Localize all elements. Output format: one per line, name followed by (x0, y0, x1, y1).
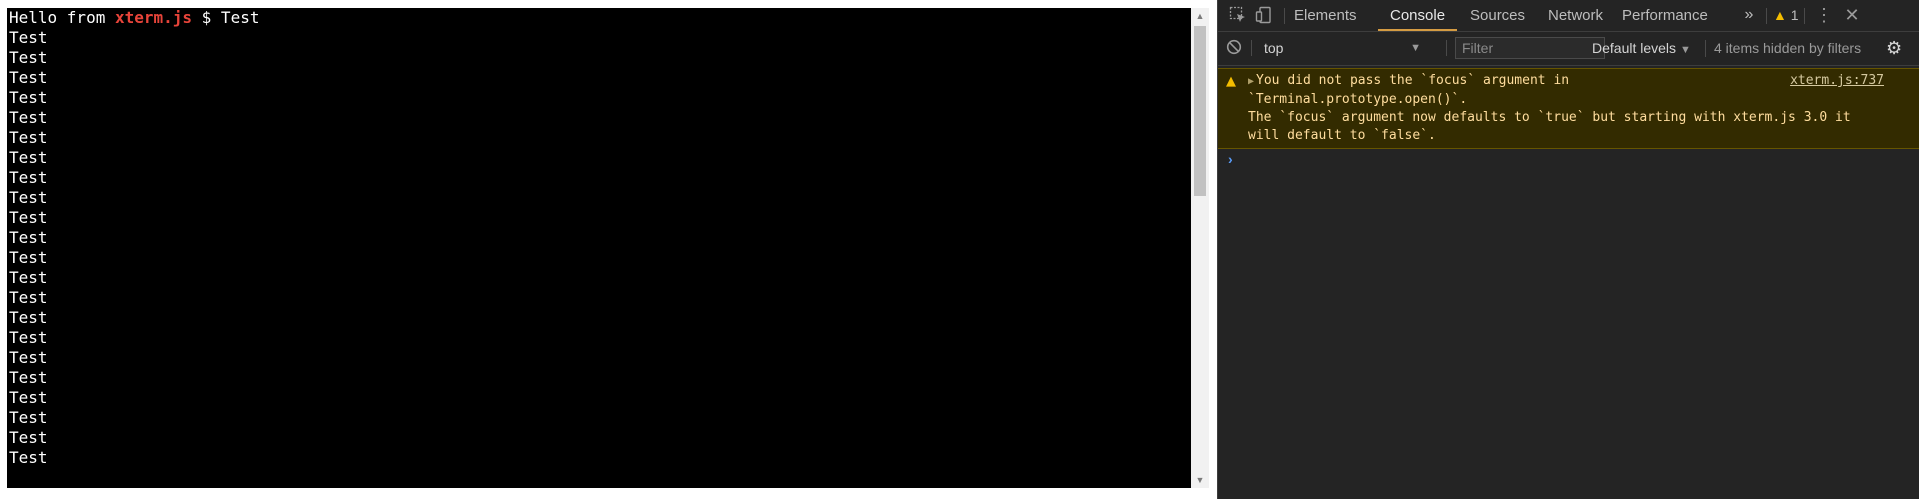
terminal-output-line: Test (9, 28, 48, 47)
toolbar-divider (1804, 8, 1805, 24)
filterbar-divider (1251, 40, 1252, 56)
console-warning-message[interactable]: ▲ xterm.js:737 ▶ You did not pass the `focu… (1218, 68, 1919, 149)
terminal-output-line: Test (9, 48, 48, 67)
terminal-output-line: Test (9, 348, 48, 367)
terminal-output: Test Test Test Test Test Test Test Test Test Test… (7, 28, 1191, 468)
terminal-output-line: Test (9, 428, 48, 447)
terminal-output-line: Test (9, 448, 48, 467)
warning-icon: ▲ (1773, 7, 1787, 23)
tab-elements[interactable]: Elements (1282, 0, 1369, 31)
terminal-output-line: Test (9, 168, 48, 187)
context-selector[interactable]: top ▼ (1258, 37, 1429, 59)
console-filterbar: top▼ Default levels▼ 4 items hidden by f… (1218, 32, 1919, 66)
context-value: top (1264, 40, 1284, 56)
console-messages: ▲ xterm.js:737 ▶ You did not pass the `focu… (1218, 68, 1919, 149)
tab-console[interactable]: Console (1378, 0, 1458, 31)
terminal-output-line: Test (9, 328, 48, 347)
toolbar-divider (1766, 8, 1767, 24)
terminal-output-line: Test (9, 128, 48, 147)
filterbar-divider (1446, 40, 1447, 56)
terminal-output-line: Test (9, 148, 48, 167)
device-toolbar-icon[interactable] (1252, 4, 1276, 26)
terminal-output-line: Test (9, 228, 48, 247)
terminal-output-line: Test (9, 388, 48, 407)
terminal-pane: Hello from xterm.js $ Test Test Test Test T… (0, 0, 1217, 499)
terminal-output-line: Test (9, 408, 48, 427)
filter-input[interactable] (1455, 37, 1605, 59)
message-line: `Terminal.prototype.open()`. (1248, 92, 1468, 107)
devtools-toolbar: Elements Console Sources Network Performance… (1218, 0, 1919, 32)
expand-triangle-icon[interactable]: ▶ (1248, 76, 1254, 87)
console-prompt[interactable]: › (1218, 149, 1919, 171)
prompt-brand: xterm.js (114, 8, 193, 27)
terminal-output-line: Test (9, 248, 48, 267)
tab-performance[interactable]: Performance (1610, 0, 1720, 31)
double-chevron-icon[interactable]: » (1737, 4, 1761, 26)
hidden-items-info: 4 items hidden by filters (1705, 40, 1861, 57)
scroll-down-arrow-icon[interactable]: ▼ (1191, 472, 1209, 488)
warning-icon: ▲ (1226, 74, 1236, 89)
terminal-scrollbar[interactable]: ▲ ▼ (1191, 8, 1209, 488)
terminal-output-line: Test (9, 368, 48, 387)
message-line: will default to `false`. (1248, 128, 1436, 143)
inspect-element-icon[interactable] (1226, 4, 1250, 26)
settings-gear-icon[interactable]: ⚙ (1886, 38, 1906, 58)
close-icon[interactable]: ✕ (1840, 4, 1864, 26)
terminal-output-line: Test (9, 288, 48, 307)
tab-network[interactable]: Network (1536, 0, 1615, 31)
kebab-menu-icon[interactable]: ⋮ (1812, 4, 1836, 26)
log-levels-dropdown[interactable]: Default levels ▼ (1592, 32, 1702, 67)
terminal-prompt-line: Hello from xterm.js $ Test (7, 8, 1191, 28)
scroll-up-arrow-icon[interactable]: ▲ (1191, 8, 1209, 24)
tab-sources[interactable]: Sources (1458, 0, 1537, 31)
terminal-output-line: Test (9, 208, 48, 227)
prompt-chevron-icon: › (1228, 151, 1233, 167)
caret-down-icon: ▼ (1680, 44, 1691, 56)
prompt-suffix: $ Test (192, 8, 260, 27)
terminal-output-line: Test (9, 188, 48, 207)
terminal-output-line: Test (9, 88, 48, 107)
caret-down-icon: ▼ (1410, 42, 1421, 54)
log-levels-label: Default levels (1592, 40, 1677, 56)
terminal-output-line: Test (9, 308, 48, 327)
terminal-output-line: Test (9, 268, 48, 287)
devtools-panel: Elements Console Sources Network Performance… (1217, 0, 1919, 499)
terminal-output-line: Test (9, 108, 48, 127)
prompt-prefix: Hello from (9, 8, 115, 27)
terminal-output-line: Test (9, 68, 48, 87)
scrollbar-thumb[interactable] (1194, 26, 1206, 196)
clear-console-icon[interactable] (1226, 39, 1244, 57)
message-line: The `focus` argument now defaults to `tr… (1248, 110, 1851, 125)
warning-count-badge[interactable]: ▲ 1 (1773, 0, 1799, 31)
message-source-link[interactable]: xterm.js:737 (1790, 72, 1884, 90)
message-text: You did not pass the `focus` argument in (1256, 73, 1570, 88)
terminal[interactable]: Hello from xterm.js $ Test Test Test Test T… (7, 8, 1191, 488)
warning-count: 1 (1790, 7, 1799, 23)
